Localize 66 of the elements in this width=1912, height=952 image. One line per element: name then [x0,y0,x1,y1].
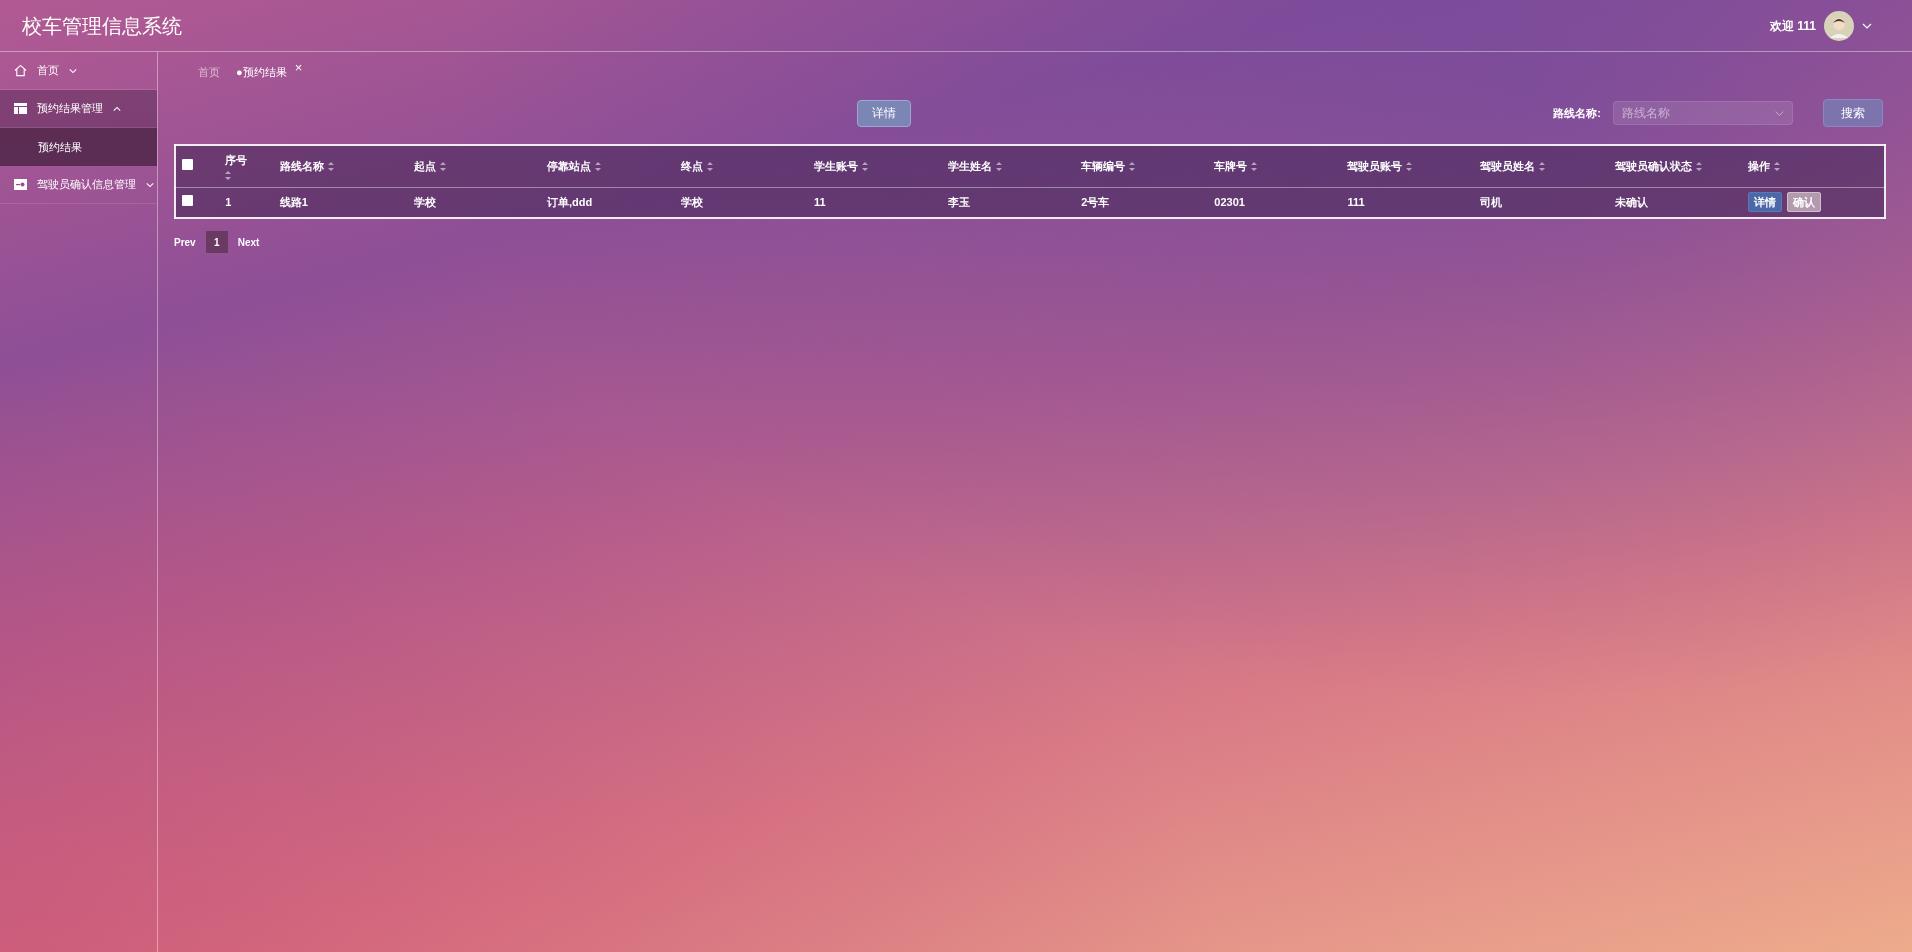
sidebar-menu-item[interactable]: 首页 [0,52,157,90]
sort-icon[interactable] [327,160,334,172]
sort-icon[interactable] [1695,160,1702,172]
table-cell: 学校 [681,196,704,208]
layout-icon [14,103,27,114]
table-cell: 111 [1347,196,1365,208]
column-header: 车辆编号 [1081,159,1126,174]
sidebar-menu-item[interactable]: 驾驶员确认信息管理 [0,166,157,204]
route-select[interactable]: 路线名称 [1613,101,1793,125]
chevron-down-icon [146,180,154,189]
column-header: 操作 [1747,159,1770,174]
next-link[interactable]: Next [237,234,260,250]
column-header: 终点 [681,159,704,174]
sort-icon[interactable] [439,160,446,172]
detail-button[interactable]: 详情 [856,99,911,127]
column-header: 车牌号 [1214,159,1248,174]
column-header: 学生姓名 [948,159,993,174]
checkbox[interactable] [182,159,193,170]
table-cell: 线路1 [279,196,308,208]
table-cell: 2号车 [1081,196,1110,208]
checkbox[interactable] [182,195,193,206]
sort-icon[interactable] [996,160,1003,172]
sort-icon[interactable] [1773,160,1780,172]
sort-icon[interactable] [594,160,601,172]
column-header: 起点 [413,159,436,174]
table-cell: 未确认 [1614,196,1648,208]
table-cell: 11 [814,196,826,208]
column-header: 学生账号 [814,159,859,174]
column-header: 驾驶员确认状态 [1614,159,1692,174]
page-button[interactable]: 1 [205,231,228,253]
table-cell: 1 [225,196,232,208]
column-header: 序号 [225,152,248,168]
table-cell: 李玉 [948,196,971,208]
sort-icon[interactable] [1539,160,1546,172]
tab[interactable]: ●预约结果 [236,63,287,81]
chevron-down-icon [1775,108,1784,118]
table-cell: 02301 [1214,196,1245,208]
sort-icon[interactable] [225,170,232,181]
table-cell: 订单,ddd [546,196,593,208]
column-header: 停靠站点 [546,159,591,174]
column-header: 驾驶员姓名 [1480,159,1536,174]
sort-icon[interactable] [1129,160,1136,172]
column-header: 驾驶员账号 [1347,159,1403,174]
sidebar-subitem[interactable]: 预约结果 [0,128,157,166]
close-tab-button[interactable]: × [294,57,303,78]
detail-button[interactable]: 详情 [1747,192,1782,213]
chevron-down-icon [69,66,77,75]
column-header: 路线名称 [279,159,324,174]
sort-icon[interactable] [707,160,714,172]
table-cell: 学校 [413,196,436,208]
chevron-up-icon [113,104,121,113]
search-button[interactable]: 搜索 [1823,99,1883,127]
search-label: 路线名称: [1553,105,1601,121]
table-cell: 司机 [1480,196,1503,208]
sort-icon[interactable] [1251,160,1258,172]
tab[interactable]: 首页 [198,63,220,81]
app-title: 校车管理信息系统 [22,13,182,39]
sort-icon[interactable] [1406,160,1413,172]
sidebar-menu-item[interactable]: 预约结果管理 [0,90,157,128]
home-icon [14,64,27,77]
card-icon [14,179,27,190]
welcome-text: 欢迎 111 [1769,17,1816,35]
avatar[interactable] [1824,10,1854,41]
prev-link[interactable]: Prev [174,234,196,250]
confirm-button[interactable]: 确认 [1786,192,1821,213]
sort-icon[interactable] [862,160,869,172]
